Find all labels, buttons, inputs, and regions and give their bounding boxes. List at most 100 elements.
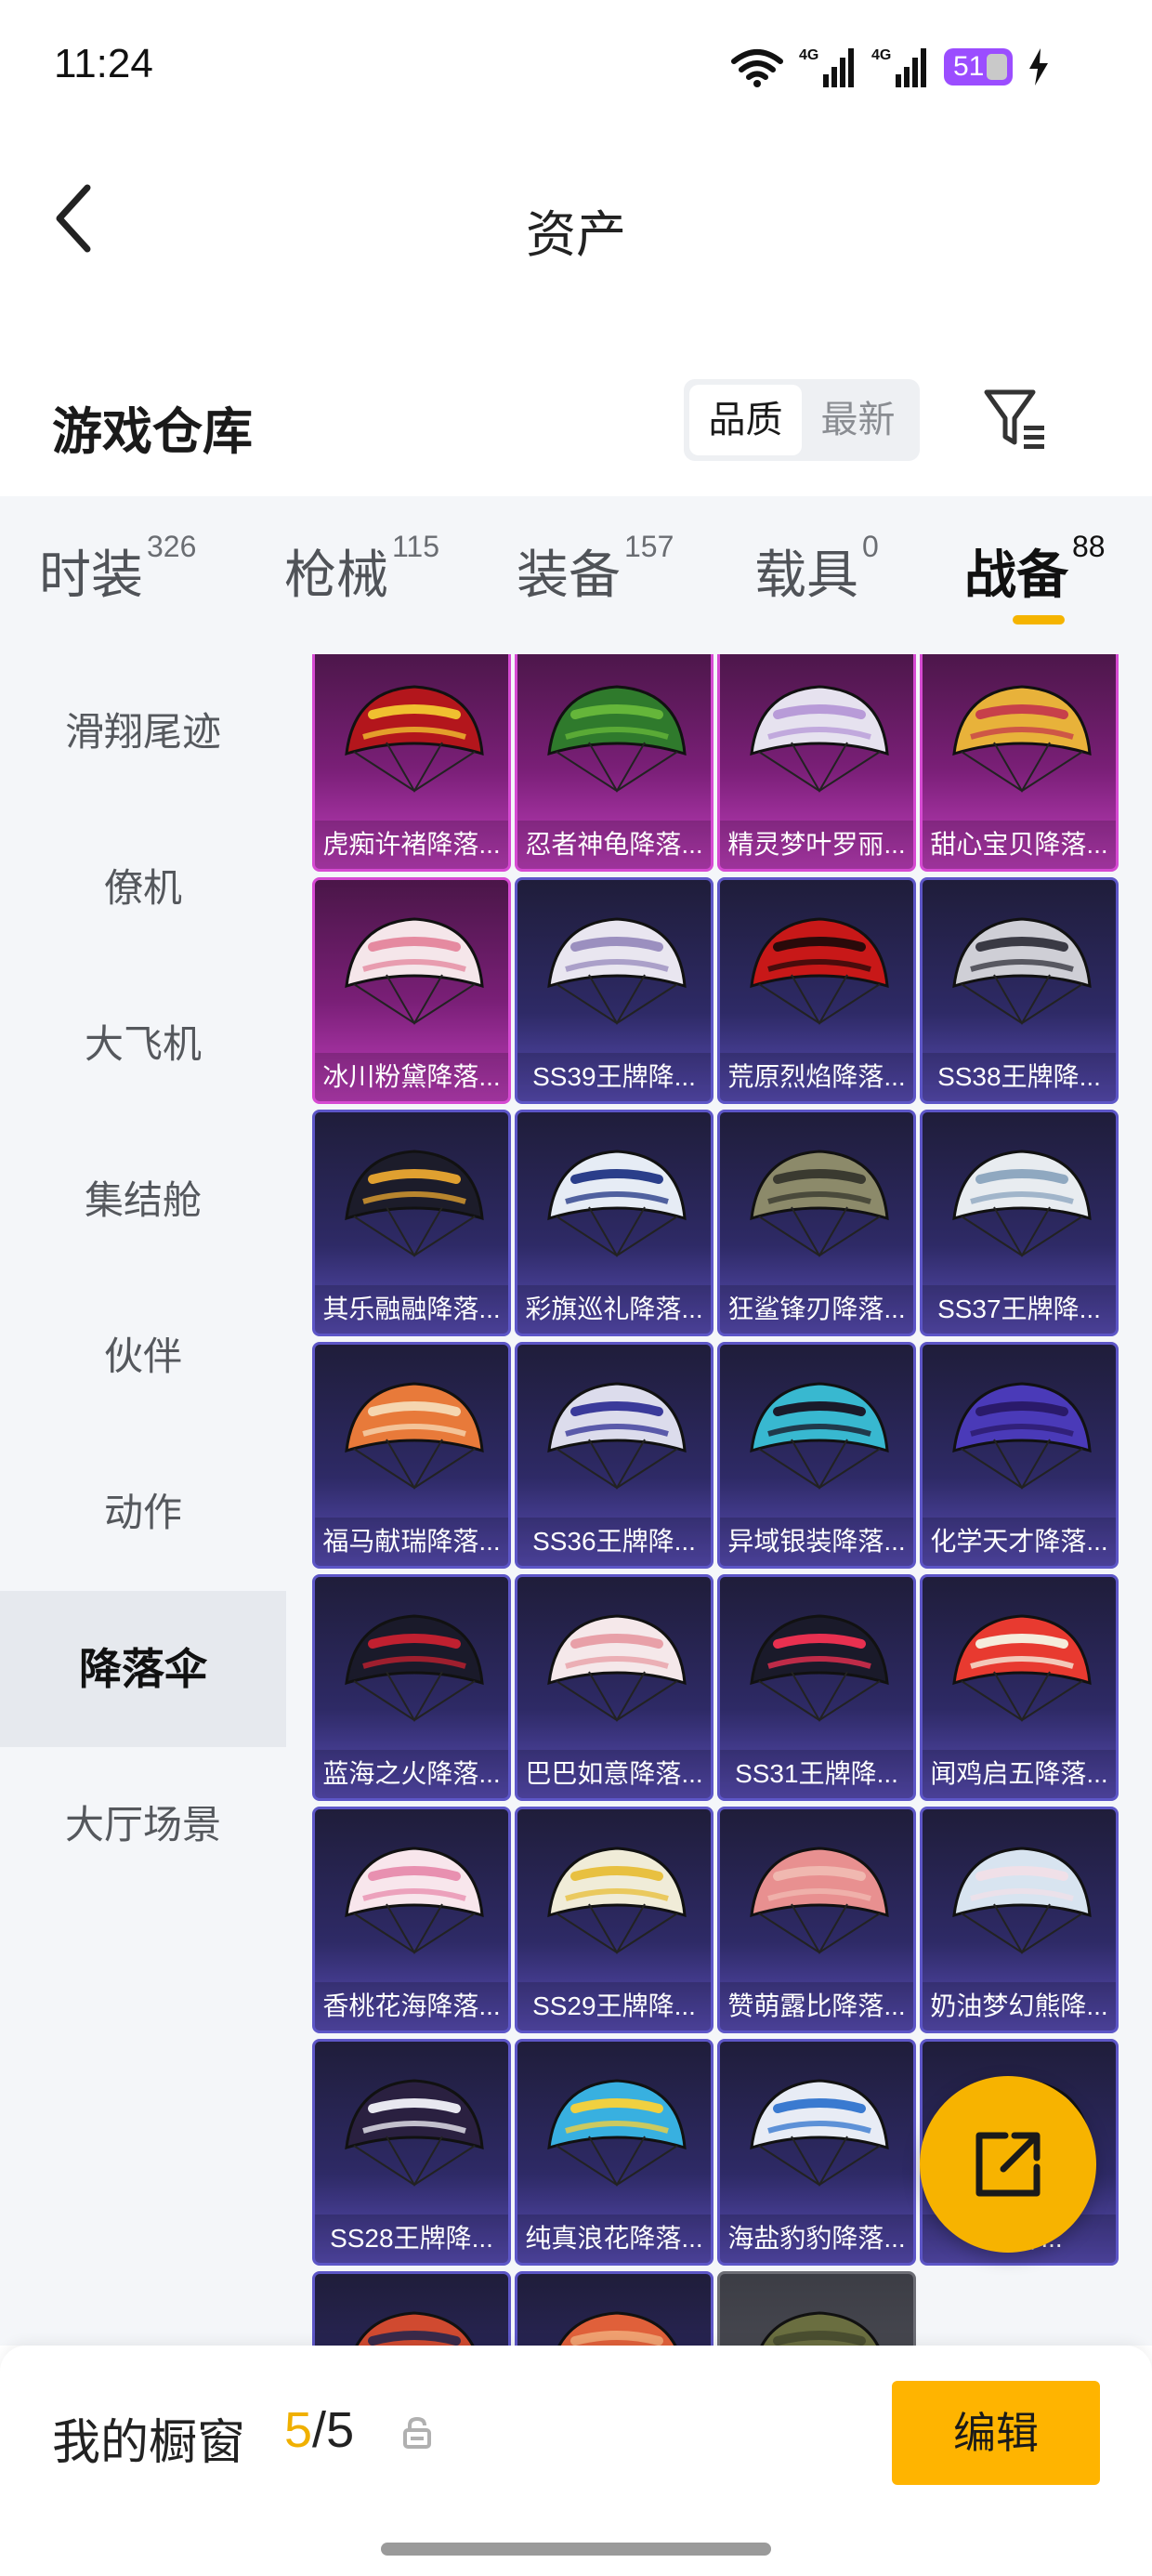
parachute-item-card[interactable]: 化学天才降落...	[920, 1342, 1119, 1569]
parachute-icon	[547, 917, 687, 1026]
parachute-item-card[interactable]: SS37王牌降...	[920, 1110, 1119, 1336]
share-icon	[975, 2132, 1041, 2197]
section-title: 游戏仓库	[52, 404, 253, 460]
signal-4g-icon: 4G	[799, 47, 854, 87]
parachute-item-card[interactable]: 冰川粉黛降落...	[312, 877, 511, 1104]
parachute-icon	[355, 2311, 475, 2346]
parachute-item-card[interactable]: 香桃花海降落...	[312, 1807, 511, 2033]
parachute-icon	[547, 1150, 687, 1258]
side-item-big-plane[interactable]: 大飞机	[0, 966, 286, 1123]
side-item-wingman[interactable]: 僚机	[0, 810, 286, 966]
filter-icon	[984, 389, 1044, 449]
lock-icon	[403, 2416, 431, 2449]
side-item-glide-trail[interactable]: 滑翔尾迹	[0, 654, 286, 810]
parachute-item-card[interactable]: SS39王牌降...	[515, 877, 713, 1104]
parachute-item-card[interactable]: 彩旗巡礼降落...	[515, 1110, 713, 1336]
parachute-icon	[952, 1150, 1092, 1258]
parachute-item-card[interactable]: SS28王牌降...	[312, 2039, 511, 2266]
parachute-item-card[interactable]: 忍者神龟降落...	[515, 654, 713, 872]
tab-label: 时装	[39, 545, 143, 604]
tab-label: 枪械	[284, 545, 388, 604]
item-label: 冰川粉黛降落...	[315, 1053, 508, 1101]
parachute-item-card[interactable]: 巴巴如意降落...	[515, 1574, 713, 1801]
parachute-item-card[interactable]: 海盐豹豹降落...	[717, 2039, 916, 2266]
filter-button[interactable]	[979, 383, 1052, 455]
item-label: 闻鸡启五降落...	[923, 1750, 1116, 1798]
item-label: 香桃花海降落...	[315, 1982, 508, 2031]
parachute-item-card[interactable]: 赞萌露比降落...	[717, 1807, 916, 2033]
tab-fashion[interactable]: 时装 326	[39, 530, 196, 609]
item-label: 化学天才降落...	[923, 1518, 1116, 1566]
parachute-icon	[750, 1614, 889, 1723]
parachute-item-card[interactable]	[312, 2271, 511, 2346]
parachute-item-card[interactable]: 奶油梦幻熊降...	[920, 1807, 1119, 2033]
home-indicator[interactable]	[381, 2543, 771, 2556]
parachute-item-card[interactable]: 闻鸡启五降落...	[920, 1574, 1119, 1801]
tab-vehicles[interactable]: 载具 0	[754, 530, 879, 609]
showcase-bar: 我的橱窗 5/5 编辑	[0, 2346, 1152, 2576]
parachute-icon	[750, 1150, 889, 1258]
parachute-item-card[interactable]: SS38王牌降...	[920, 877, 1119, 1104]
item-label: 彩旗巡礼降落...	[517, 1285, 711, 1334]
parachute-item-card[interactable]: 虎痴许褚降落...	[312, 654, 511, 872]
item-label: SS36王牌降...	[517, 1518, 711, 1566]
side-item-emote[interactable]: 动作	[0, 1435, 286, 1591]
tab-equipment[interactable]: 装备 157	[517, 530, 674, 609]
side-item-parachute[interactable]: 降落伞	[0, 1591, 286, 1747]
tab-label: 装备	[517, 545, 621, 604]
sort-newest[interactable]: 最新	[802, 385, 914, 455]
item-label: SS38王牌降...	[923, 1053, 1116, 1101]
tab-combat-gear[interactable]: 战备 88	[964, 530, 1106, 609]
item-label: 甜心宝贝降落...	[923, 821, 1116, 869]
signal-4g-icon-2: 4G	[871, 47, 926, 87]
side-item-assembly-pod[interactable]: 集结舱	[0, 1123, 286, 1279]
parachute-icon	[547, 2079, 687, 2188]
parachute-item-card[interactable]: 异域银装降落...	[717, 1342, 916, 1569]
tab-count: 157	[624, 530, 674, 563]
parachute-item-card[interactable]	[717, 2271, 916, 2346]
parachute-item-card[interactable]: 甜心宝贝降落...	[920, 654, 1119, 872]
tab-count: 88	[1072, 530, 1106, 563]
parachute-item-card[interactable]: 福马献瑞降落...	[312, 1342, 511, 1569]
item-label: 荒原烈焰降落...	[720, 1053, 913, 1101]
parachute-icon	[547, 1614, 687, 1723]
parachute-icon	[750, 2079, 889, 2188]
item-label: 巴巴如意降落...	[517, 1750, 711, 1798]
parachute-item-card[interactable]: SS36王牌降...	[515, 1342, 713, 1569]
item-label: 蓝海之火降落...	[315, 1750, 508, 1798]
category-tabs: 时装 326 枪械 115 装备 157 载具 0 战备 88	[0, 496, 1152, 654]
tab-weapons[interactable]: 枪械 115	[284, 530, 440, 609]
parachute-icon	[345, 1150, 484, 1258]
parachute-icon	[952, 1847, 1092, 1955]
parachute-icon	[952, 917, 1092, 1026]
item-label: 忍者神龟降落...	[517, 821, 711, 869]
nav-bar: 资产	[0, 139, 1152, 307]
tab-count: 115	[392, 530, 440, 563]
parachute-item-card[interactable]: 精灵梦叶罗丽...	[717, 654, 916, 872]
parachute-item-card[interactable]: SS29王牌降...	[515, 1807, 713, 2033]
page-title: 资产	[526, 207, 626, 263]
item-label: SS37王牌降...	[923, 1285, 1116, 1334]
parachute-item-card[interactable]: 蓝海之火降落...	[312, 1574, 511, 1801]
parachute-item-card[interactable]: 纯真浪花降落...	[515, 2039, 713, 2266]
parachute-item-card[interactable]: 狂鲨锋刃降落...	[717, 1110, 916, 1336]
parachute-icon	[345, 1614, 484, 1723]
parachute-item-card[interactable]: 其乐融融降落...	[312, 1110, 511, 1336]
page: 11:24 4G 4G 51 资产 游戏仓库 品质 最新 时装 326 枪械 1…	[0, 0, 1152, 2576]
sort-quality[interactable]: 品质	[689, 385, 802, 455]
tab-count: 0	[862, 530, 879, 563]
side-item-partner[interactable]: 伙伴	[0, 1279, 286, 1435]
side-item-lobby-scene[interactable]: 大厅场景	[0, 1747, 286, 1903]
parachute-item-card[interactable]: SS31王牌降...	[717, 1574, 916, 1801]
share-button[interactable]	[920, 2076, 1096, 2253]
item-label: SS28王牌降...	[315, 2215, 508, 2263]
item-label: 虎痴许褚降落...	[315, 821, 508, 869]
parachute-item-card[interactable]: 荒原烈焰降落...	[717, 877, 916, 1104]
parachute-icon	[345, 685, 484, 794]
side-menu: 滑翔尾迹 僚机 大飞机 集结舱 伙伴 动作 降落伞 大厅场景	[0, 654, 286, 2346]
edit-button[interactable]: 编辑	[892, 2381, 1100, 2485]
parachute-item-card[interactable]	[515, 2271, 713, 2346]
svg-text:4G: 4G	[871, 47, 891, 63]
parachute-icon	[345, 1847, 484, 1955]
parachute-icon	[547, 1847, 687, 1955]
